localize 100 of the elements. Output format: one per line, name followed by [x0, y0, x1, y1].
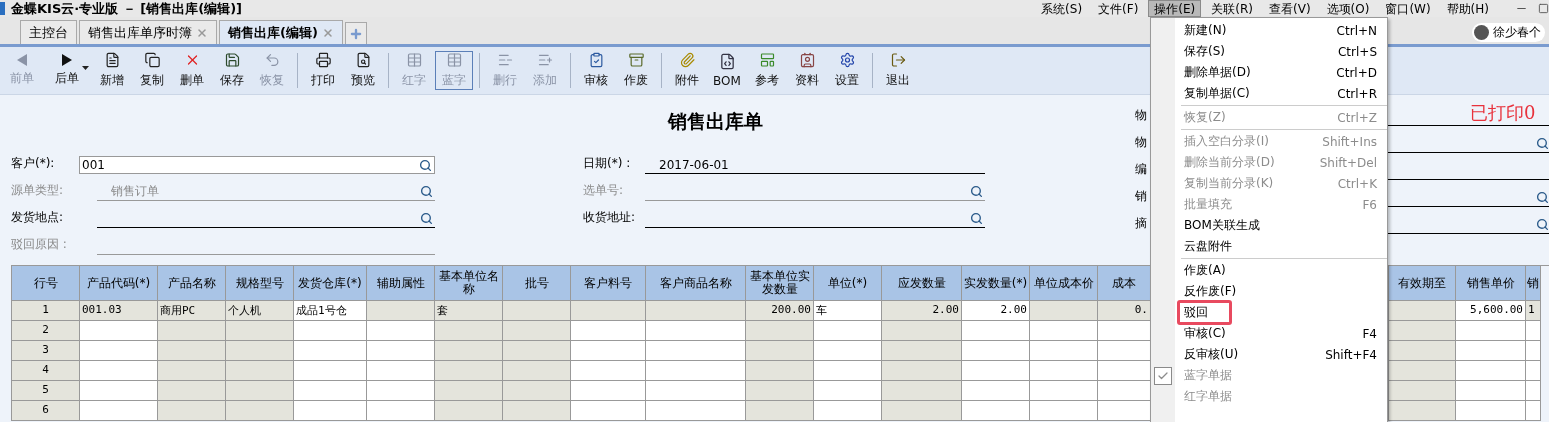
column-header: 销	[1526, 266, 1541, 301]
menu-bar-item[interactable]: 操作(E)	[1148, 0, 1202, 17]
table-cell: 5,600.00	[1456, 301, 1526, 321]
search-icon[interactable]	[970, 212, 983, 225]
menu-item[interactable]: BOM关联生成	[1151, 215, 1387, 236]
table-cell	[1030, 401, 1098, 421]
table-cell	[226, 401, 294, 421]
user-badge[interactable]: 徐少春个	[1472, 23, 1545, 42]
left-triangle-icon	[17, 54, 27, 66]
menu-item[interactable]: 复制单据(C) Ctrl+R	[1151, 83, 1387, 104]
toolbar-button[interactable]: BOM	[708, 51, 746, 90]
toolbar-button[interactable]: 退出	[879, 51, 917, 90]
restore-icon[interactable]	[1538, 3, 1549, 14]
table-cell	[226, 341, 294, 361]
input-field[interactable]	[645, 210, 985, 228]
toolbar-icon	[445, 52, 463, 68]
menu-bar-item[interactable]: 系统(S)	[1035, 0, 1089, 17]
search-icon[interactable]	[419, 158, 432, 172]
toolbar-button[interactable]: 资料	[788, 51, 826, 90]
table-cell: 套	[435, 301, 503, 321]
table-cell	[746, 341, 814, 361]
checkmark-icon	[1154, 367, 1172, 385]
field-label: 选单号:	[583, 182, 624, 199]
column-header: 单位成本价	[1030, 266, 1098, 301]
menu-item[interactable]: 审核(C) F4	[1151, 323, 1387, 344]
column-header: 销售单价	[1456, 266, 1526, 301]
search-icon[interactable]	[420, 212, 433, 225]
caret-icon[interactable]	[82, 66, 89, 70]
table-cell	[814, 381, 882, 401]
input-field[interactable]: 2017-06-01	[645, 156, 985, 174]
tab[interactable]: 销售出库单序时簿	[79, 20, 217, 44]
menu-bar-item[interactable]: 文件(F)	[1092, 0, 1145, 17]
input-field[interactable]: 001	[79, 156, 435, 174]
table-cell	[962, 401, 1030, 421]
toolbar-button[interactable]: 新增	[93, 51, 131, 90]
table-cell	[1456, 381, 1526, 401]
toolbar-button[interactable]: 审核	[577, 51, 615, 90]
avatar-icon	[1474, 25, 1489, 40]
table-cell	[226, 381, 294, 401]
column-header: 成本	[1098, 266, 1151, 301]
toolbar-icon	[678, 52, 696, 68]
menu-item[interactable]: 删除单据(D) Ctrl+D	[1151, 62, 1387, 83]
table-cell	[1030, 381, 1098, 401]
menu-bar-item[interactable]: 选项(O)	[1320, 0, 1376, 17]
menu-item[interactable]: 驳回	[1151, 302, 1387, 323]
table-cell: 3	[12, 341, 80, 361]
toolbar-button[interactable]: 参考	[748, 51, 786, 90]
menu-bar-item[interactable]: 窗口(W)	[1379, 0, 1437, 17]
table-cell	[1456, 341, 1526, 361]
menu-item[interactable]: 新建(N) Ctrl+N	[1151, 20, 1387, 41]
field-label: 客户(*):	[11, 155, 55, 172]
table-cell	[158, 401, 226, 421]
highlight-frame	[1177, 300, 1232, 325]
table-cell	[1030, 341, 1098, 361]
field-label: 发货地点:	[11, 209, 64, 226]
field-label: 摘	[1135, 215, 1147, 232]
column-header: 客户商品名称	[646, 266, 746, 301]
field-label: 物	[1135, 107, 1147, 124]
tab[interactable]: 销售出库(编辑)	[219, 20, 343, 44]
search-icon[interactable]	[1536, 218, 1549, 231]
menu-item[interactable]: 反作废(F)	[1151, 281, 1387, 302]
field-label: 销	[1135, 188, 1147, 205]
toolbar-button[interactable]: 预览	[344, 51, 382, 90]
toolbar-button[interactable]: 后单	[43, 51, 91, 90]
menu-bar-item[interactable]: 帮助(H)	[1440, 0, 1495, 17]
table-cell: 个人机	[226, 301, 294, 321]
menu-item[interactable]: 云盘附件	[1151, 236, 1387, 257]
toolbar-button[interactable]: 附件	[668, 51, 706, 90]
menu-bar-item[interactable]: 关联(R)	[1205, 0, 1259, 17]
menu-item[interactable]: 保存(S) Ctrl+S	[1151, 41, 1387, 62]
menu-item[interactable]: 作废(A)	[1151, 260, 1387, 281]
table-cell	[503, 381, 571, 401]
app-icon	[0, 2, 5, 15]
toolbar-icon	[838, 52, 856, 68]
search-icon[interactable]	[1536, 191, 1549, 204]
menu-item[interactable]: 反审核(U) Shift+F4	[1151, 344, 1387, 365]
field-label: 日期(*) :	[583, 155, 631, 172]
toolbar-button[interactable]: 作废	[617, 51, 655, 90]
search-icon[interactable]	[1536, 137, 1549, 150]
table-cell	[367, 381, 435, 401]
column-header: 规格型号	[226, 266, 294, 301]
toolbar-icon	[536, 52, 554, 68]
table-cell	[435, 361, 503, 381]
input-field[interactable]	[97, 210, 435, 228]
table-cell	[367, 341, 435, 361]
toolbar-button[interactable]: 删单	[173, 51, 211, 90]
column-header: 应发数量	[882, 266, 962, 301]
toolbar-icon	[143, 52, 161, 68]
toolbar-button[interactable]: 复制	[133, 51, 171, 90]
tab[interactable]: 主控台	[20, 20, 77, 44]
table-cell	[503, 401, 571, 421]
menu-bar-item[interactable]: 查看(V)	[1263, 0, 1317, 17]
column-header: 辅助属性	[367, 266, 435, 301]
toolbar-button[interactable]: 保存	[213, 51, 251, 90]
table-cell	[1030, 301, 1098, 321]
table-cell	[1526, 401, 1541, 421]
table-cell: 200.00	[746, 301, 814, 321]
toolbar-button[interactable]: 设置	[828, 51, 866, 90]
toolbar-button[interactable]: 打印	[304, 51, 342, 90]
table-cell	[814, 401, 882, 421]
